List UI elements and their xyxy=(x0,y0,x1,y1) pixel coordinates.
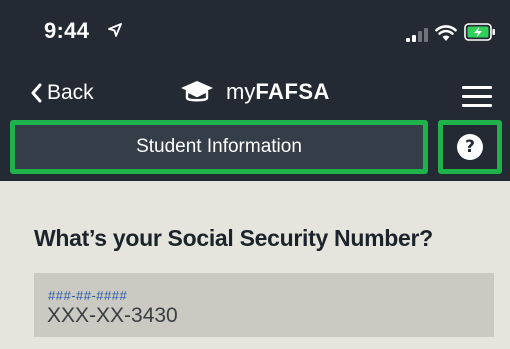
brand-prefix: my xyxy=(226,79,256,104)
menu-line xyxy=(462,86,492,89)
brand-suffix: FAFSA xyxy=(255,79,330,104)
ssn-value[interactable]: XXX-XX-3430 xyxy=(47,304,178,328)
section-title: Student Information xyxy=(10,120,428,174)
help-button[interactable]: ? xyxy=(438,120,502,174)
ssn-question-label: What’s your Social Security Number? xyxy=(34,225,433,251)
wifi-icon xyxy=(435,25,457,41)
graduation-cap-icon xyxy=(181,81,213,102)
ssn-placeholder: ###-##-#### xyxy=(48,288,128,303)
nav-bar: Back my FAFSA xyxy=(0,62,510,119)
status-time: 9:44 xyxy=(44,18,90,43)
status-bar: 9:44 xyxy=(0,0,510,62)
hamburger-menu-icon[interactable] xyxy=(462,86,492,108)
back-button[interactable]: Back xyxy=(30,80,94,106)
ssn-input-field[interactable]: ###-##-#### XXX-XX-3430 xyxy=(34,273,494,337)
brand-logo: my FAFSA xyxy=(180,78,330,106)
question-mark-icon: ? xyxy=(457,134,483,160)
menu-line xyxy=(462,104,492,107)
phone-screen: 9:44 Back my FAFSA Student Information ?… xyxy=(0,0,510,349)
battery-charging-icon xyxy=(464,23,495,41)
section-bar: Student Information ? xyxy=(0,119,510,181)
chevron-left-icon xyxy=(31,83,42,103)
cellular-signal-icon xyxy=(406,28,428,42)
location-arrow-icon xyxy=(108,23,122,37)
menu-line xyxy=(462,95,492,98)
back-label: Back xyxy=(47,81,94,104)
